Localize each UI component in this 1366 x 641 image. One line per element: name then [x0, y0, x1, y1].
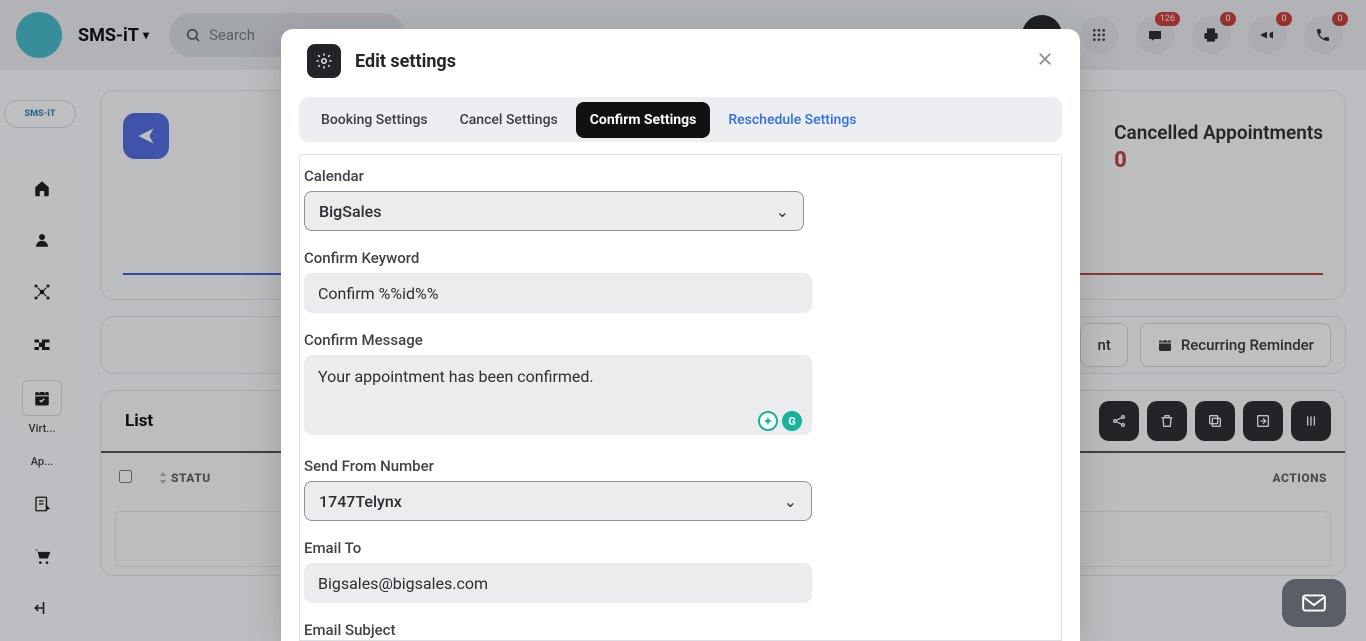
bulb-icon: ✦	[758, 411, 778, 431]
calendar-select-value: BigSales	[319, 202, 381, 221]
settings-tabs: Booking Settings Cancel Settings Confirm…	[299, 97, 1062, 142]
email-to-input[interactable]	[304, 563, 812, 603]
close-icon	[1036, 50, 1054, 68]
support-chat-button[interactable]	[1282, 579, 1346, 627]
send-from-select[interactable]: 1747Telynx ⌄	[304, 481, 812, 521]
modal-title: Edit settings	[355, 51, 456, 72]
edit-settings-modal: Edit settings Booking Settings Cancel Se…	[281, 29, 1080, 641]
chevron-down-icon: ⌄	[784, 492, 797, 511]
tab-booking-settings[interactable]: Booking Settings	[307, 102, 442, 138]
chevron-down-icon: ⌄	[776, 202, 789, 221]
grammarly-icon: G	[782, 411, 802, 431]
confirm-keyword-input[interactable]	[304, 273, 812, 313]
tab-reschedule-settings[interactable]: Reschedule Settings	[714, 102, 870, 138]
close-button[interactable]	[1036, 49, 1054, 73]
confirm-keyword-label: Confirm Keyword	[304, 249, 1057, 267]
gear-icon	[315, 52, 333, 70]
confirm-message-label: Confirm Message	[304, 331, 1057, 349]
send-from-label: Send From Number	[304, 457, 1057, 475]
modal-body: Calendar BigSales ⌄ Confirm Keyword Conf…	[299, 154, 1062, 641]
send-from-value: 1747Telynx	[319, 492, 402, 511]
tab-cancel-settings[interactable]: Cancel Settings	[446, 102, 572, 138]
email-to-label: Email To	[304, 539, 1057, 557]
email-subject-label: Email Subject	[304, 621, 1057, 639]
confirm-message-textarea[interactable]	[304, 355, 812, 435]
mail-icon	[1301, 593, 1327, 613]
calendar-select[interactable]: BigSales ⌄	[304, 191, 804, 231]
calendar-label: Calendar	[304, 167, 1057, 185]
tab-confirm-settings[interactable]: Confirm Settings	[576, 102, 711, 138]
gear-icon-badge	[307, 44, 341, 78]
grammar-widget[interactable]: ✦ G	[758, 411, 802, 431]
